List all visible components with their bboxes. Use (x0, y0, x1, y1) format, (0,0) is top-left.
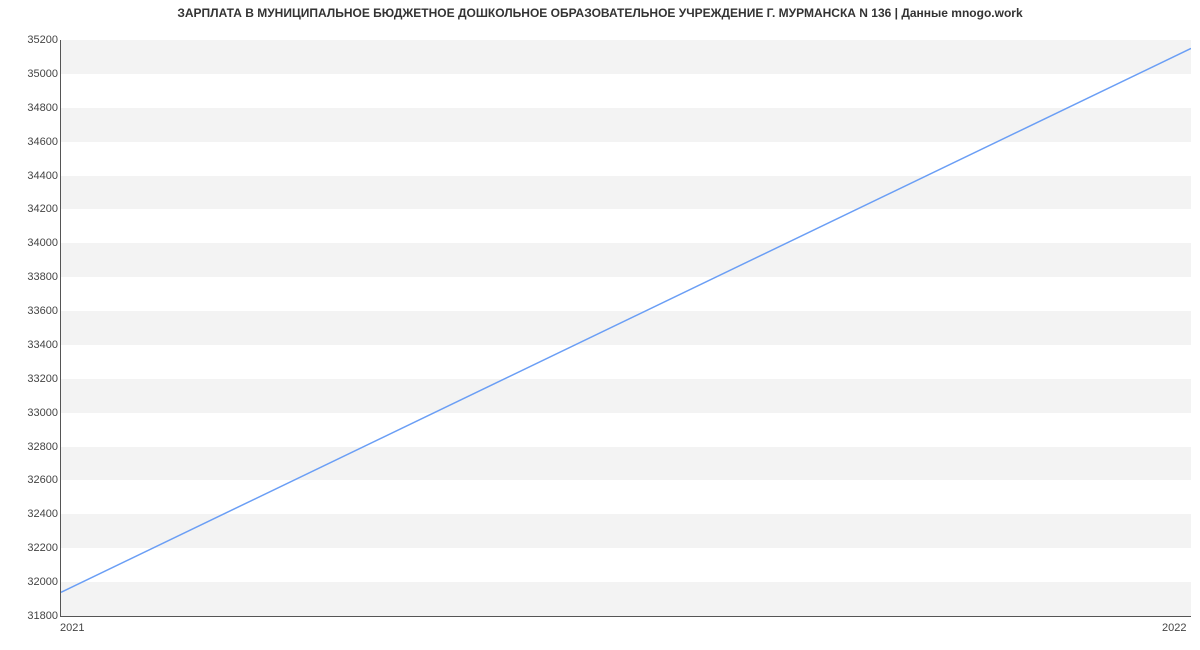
y-tick-label: 34400 (6, 170, 58, 182)
y-tick-label: 33600 (6, 305, 58, 317)
y-tick-label: 32400 (6, 508, 58, 520)
y-tick-label: 35200 (6, 34, 58, 46)
plot-area (60, 40, 1191, 617)
chart-container: ЗАРПЛАТА В МУНИЦИПАЛЬНОЕ БЮДЖЕТНОЕ ДОШКО… (0, 0, 1200, 650)
y-tick-label: 32800 (6, 441, 58, 453)
y-tick-label: 32600 (6, 474, 58, 486)
y-tick-label: 34200 (6, 203, 58, 215)
y-tick-label: 33800 (6, 271, 58, 283)
chart-title: ЗАРПЛАТА В МУНИЦИПАЛЬНОЕ БЮДЖЕТНОЕ ДОШКО… (0, 0, 1200, 20)
x-tick-label: 2021 (60, 622, 84, 634)
y-tick-label: 34800 (6, 102, 58, 114)
y-tick-label: 33000 (6, 407, 58, 419)
y-tick-label: 32000 (6, 576, 58, 588)
y-tick-label: 31800 (6, 610, 58, 622)
y-tick-label: 32200 (6, 542, 58, 554)
line-series (61, 40, 1191, 616)
y-tick-label: 34600 (6, 136, 58, 148)
y-tick-label: 35000 (6, 68, 58, 80)
data-line (61, 48, 1191, 592)
x-tick-label: 2022 (1162, 622, 1186, 634)
y-tick-label: 33200 (6, 373, 58, 385)
y-tick-label: 33400 (6, 339, 58, 351)
y-tick-label: 34000 (6, 237, 58, 249)
